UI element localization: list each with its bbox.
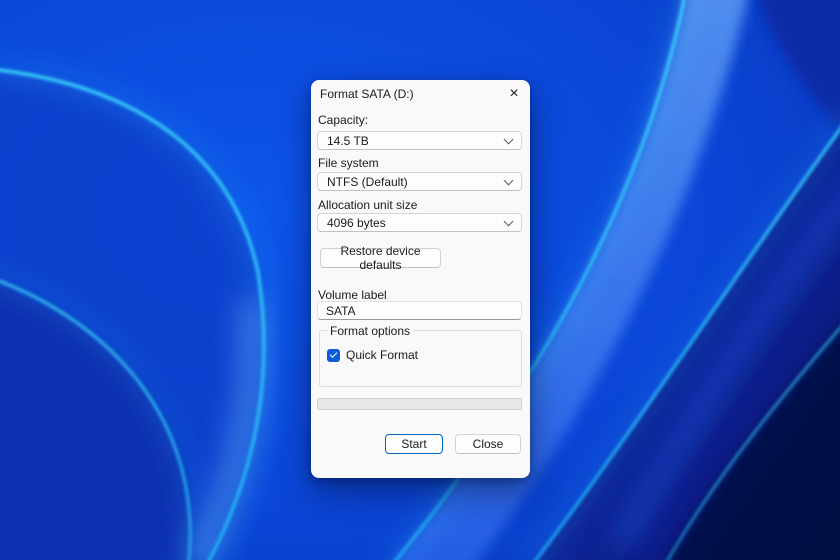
format-options-legend: Format options xyxy=(327,324,413,338)
file-system-value: NTFS (Default) xyxy=(327,175,505,189)
dialog-titlebar: Format SATA (D:) × xyxy=(320,84,522,104)
restore-defaults-button[interactable]: Restore device defaults xyxy=(320,248,441,268)
quick-format-label: Quick Format xyxy=(346,348,418,362)
capacity-value: 14.5 TB xyxy=(327,134,505,148)
dialog-title: Format SATA (D:) xyxy=(320,87,414,101)
chevron-down-icon xyxy=(504,175,514,185)
volume-label-input[interactable] xyxy=(317,301,522,320)
format-dialog: Format SATA (D:) × Capacity: 14.5 TB Fil… xyxy=(311,80,530,478)
capacity-label: Capacity: xyxy=(318,113,368,127)
capacity-select[interactable]: 14.5 TB xyxy=(317,131,522,150)
chevron-down-icon xyxy=(504,216,514,226)
format-options-group: Format options Quick Format xyxy=(319,330,522,387)
chevron-down-icon xyxy=(504,134,514,144)
volume-label: Volume label xyxy=(318,288,387,302)
quick-format-option[interactable]: Quick Format xyxy=(327,348,418,362)
allocation-unit-label: Allocation unit size xyxy=(318,198,417,212)
close-icon[interactable]: × xyxy=(506,86,522,102)
allocation-unit-select[interactable]: 4096 bytes xyxy=(317,213,522,232)
quick-format-checkbox-checked-icon[interactable] xyxy=(327,349,340,362)
close-button[interactable]: Close xyxy=(455,434,521,454)
start-button[interactable]: Start xyxy=(385,434,443,454)
format-progress-bar xyxy=(317,398,522,410)
file-system-label: File system xyxy=(318,156,379,170)
allocation-unit-value: 4096 bytes xyxy=(327,216,505,230)
file-system-select[interactable]: NTFS (Default) xyxy=(317,172,522,191)
